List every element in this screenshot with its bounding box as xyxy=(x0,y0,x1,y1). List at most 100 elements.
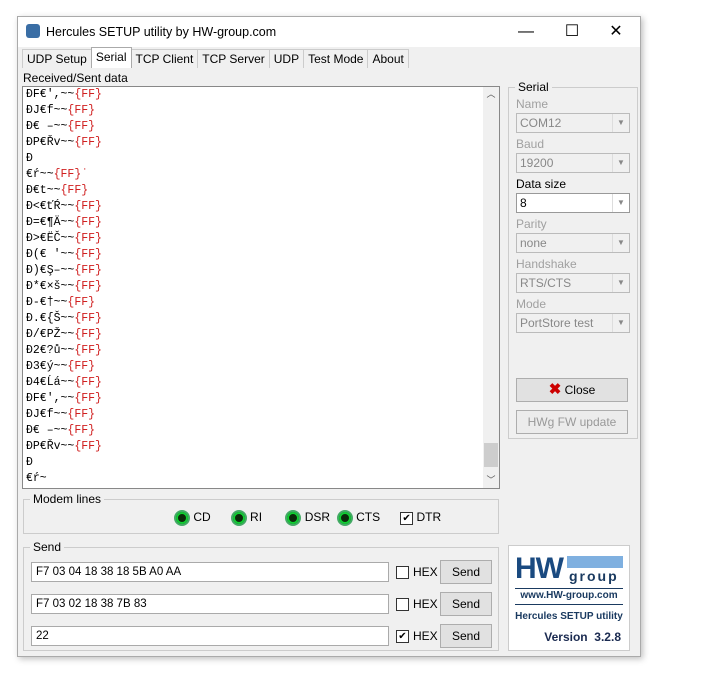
app-window: Hercules SETUP utility by HW-group.com —… xyxy=(17,16,641,657)
received-line: Ð)€Ş–~~{FF} xyxy=(23,263,499,279)
cd-led-icon xyxy=(174,510,190,526)
line-text: Ð€t~~ xyxy=(26,184,61,197)
logo-bar xyxy=(567,556,623,568)
received-line: Ð€t~~{FF} xyxy=(23,183,499,199)
received-line: Ð<€ťŔ~~{FF} xyxy=(23,199,499,215)
send-input-1[interactable]: F7 03 04 18 38 18 5B A0 AA xyxy=(31,562,389,582)
hex-label: HEX xyxy=(413,565,438,579)
close-window-button[interactable]: ✕ xyxy=(596,21,636,43)
line-text: €ŕ~~ xyxy=(26,168,54,181)
received-line: ÐP€Řv~~{FF} xyxy=(23,135,499,151)
dsr-led-icon xyxy=(285,510,302,526)
line-text: ÐP€Řv~~ xyxy=(26,136,75,149)
send-input-value: F7 03 02 18 38 7B 83 xyxy=(36,598,147,610)
chevron-down-icon: ▼ xyxy=(612,154,629,172)
chevron-down-icon: ▼ xyxy=(612,114,629,132)
line-text: Ð4€Ĺá~~ xyxy=(26,376,75,389)
datasize-select[interactable]: 8 ▼ xyxy=(516,193,630,213)
tab-bar: UDP Setup Serial TCP Client TCP Server UDP Te… xyxy=(22,47,409,69)
parity-label: Parity xyxy=(516,217,547,231)
tab-tcp-client[interactable]: TCP Client xyxy=(130,49,199,68)
line-hex: {FF} xyxy=(67,424,96,437)
scroll-up-icon[interactable]: ︿ xyxy=(483,87,499,100)
line-text: Ð)€Ş–~~ xyxy=(26,264,75,277)
cts-label: CTS xyxy=(356,510,381,525)
line-text: Ð€ –~~ xyxy=(26,120,68,133)
line-hex: {FF} xyxy=(74,248,102,261)
send-button-2[interactable]: Send xyxy=(440,592,492,616)
hex-checkbox-2[interactable] xyxy=(396,598,409,611)
line-hex: {FF} xyxy=(74,328,102,341)
close-port-button[interactable]: ✖ Close xyxy=(516,378,628,402)
datasize-label: Data size xyxy=(516,177,567,191)
received-line: Ð xyxy=(23,455,499,471)
send-input-2[interactable]: F7 03 02 18 38 7B 83 xyxy=(31,594,389,614)
cd-label: CD xyxy=(193,510,211,525)
tab-udp[interactable]: UDP xyxy=(268,49,305,68)
line-hex: {FF} xyxy=(74,440,102,453)
hex-checkbox-1[interactable] xyxy=(396,566,409,579)
received-line: Ð€ –~~{FF} xyxy=(23,119,499,135)
mode-label: Mode xyxy=(516,297,547,311)
baud-value: 19200 xyxy=(520,156,554,170)
line-text: ÐP€Řv~~ xyxy=(26,440,75,453)
received-line: ÐF€',~~{FF} xyxy=(23,391,499,407)
parity-select[interactable]: none ▼ xyxy=(516,233,630,253)
line-text: ÐF€',~~ xyxy=(26,392,75,405)
line-hex: {FF} xyxy=(74,312,102,325)
baud-select[interactable]: 19200 ▼ xyxy=(516,153,630,173)
line-text: Ð€ –~~ xyxy=(26,424,68,437)
line-text: Ð*€×š~~ xyxy=(26,280,75,293)
line-text: Ð xyxy=(26,456,33,469)
mode-value: PortStore test xyxy=(520,316,594,330)
handshake-select[interactable]: RTS/CTS ▼ xyxy=(516,273,630,293)
line-hex: {FF} xyxy=(74,200,102,213)
maximize-button[interactable]: ☐ xyxy=(552,21,592,43)
send-input-3[interactable]: 22 xyxy=(31,626,389,646)
scroll-down-icon[interactable]: ﹀ xyxy=(483,473,499,486)
line-text: Ð=€¶Ä~~ xyxy=(26,216,75,229)
window-title: Hercules SETUP utility by HW-group.com xyxy=(46,25,277,39)
send-button-3[interactable]: Send xyxy=(440,624,492,648)
modem-indicators: CD RI DSR CTS ✔ DTR xyxy=(174,510,441,526)
received-line: €ŕ~ xyxy=(23,471,499,487)
line-text: Ð<€ťŔ~~ xyxy=(26,200,75,213)
received-line: Ð.€{Š~~{FF} xyxy=(23,311,499,327)
received-line: Ð4€Ĺá~~{FF} xyxy=(23,375,499,391)
minimize-button[interactable]: — xyxy=(506,21,546,43)
tab-tcp-server[interactable]: TCP Server xyxy=(197,49,270,68)
tab-serial[interactable]: Serial xyxy=(90,47,132,68)
line-text: Ð(€ '~~ xyxy=(26,248,75,261)
scrollbar[interactable]: ︿ ﹀ xyxy=(483,87,499,488)
send-button-1[interactable]: Send xyxy=(440,560,492,584)
send-group-title: Send xyxy=(30,540,65,554)
logo-url: www.HW-group.com xyxy=(520,590,618,601)
received-line: Ð/€PŽ~~{FF} xyxy=(23,327,499,343)
mode-select[interactable]: PortStore test ▼ xyxy=(516,313,630,333)
logo-hw-icon: HW xyxy=(515,552,564,585)
dsr-label: DSR xyxy=(304,510,331,525)
line-hex: {FF} xyxy=(74,232,102,245)
ri-label: RI xyxy=(250,510,263,525)
hex-label: HEX xyxy=(413,629,438,643)
line-hex: {FF} xyxy=(67,360,96,373)
logo-product: Hercules SETUP utility xyxy=(515,611,623,622)
hex-checkbox-3[interactable]: ✔ xyxy=(396,630,409,643)
chevron-down-icon: ▼ xyxy=(612,274,629,292)
line-hex: {FF} xyxy=(74,216,102,229)
name-select[interactable]: COM12 ▼ xyxy=(516,113,630,133)
received-line: Ð€ –~~{FF} xyxy=(23,423,499,439)
scroll-thumb[interactable] xyxy=(484,443,498,467)
line-text: ÐF€',~~ xyxy=(26,88,75,101)
dtr-checkbox[interactable]: ✔ xyxy=(400,511,414,525)
tab-test-mode[interactable]: Test Mode xyxy=(303,49,369,68)
received-line: ÐF€',~~{FF} xyxy=(23,87,499,103)
tab-about[interactable]: About xyxy=(367,49,409,68)
received-data-area[interactable]: ÐF€',~~{FF} ÐJ€f~~{FF} Ð€ –~~{FF} ÐP€Řv~~{F… xyxy=(22,86,500,489)
tab-udp-setup[interactable]: UDP Setup xyxy=(22,49,92,68)
received-line: ÐJ€f~~{FF} xyxy=(23,103,499,119)
hwg-fw-update-button[interactable]: HWg FW update xyxy=(516,410,628,434)
received-line: Ð=€¶Ä~~{FF} xyxy=(23,215,499,231)
close-label: Close xyxy=(564,383,596,397)
send-group: Send F7 03 04 18 38 18 5B A0 AA HEX Send… xyxy=(23,540,499,651)
